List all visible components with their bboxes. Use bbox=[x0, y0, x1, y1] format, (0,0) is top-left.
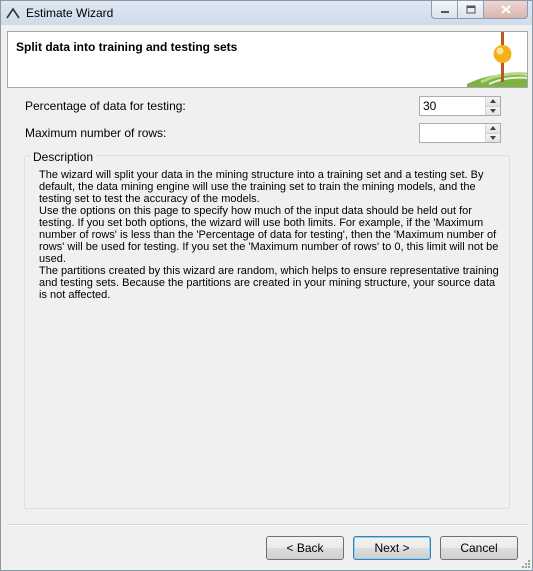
footer-divider bbox=[7, 524, 528, 526]
arrow-up-icon bbox=[490, 126, 496, 131]
resize-grip-icon[interactable] bbox=[520, 558, 530, 568]
max-rows-down-button[interactable] bbox=[486, 133, 500, 142]
max-rows-spin-buttons bbox=[485, 124, 500, 142]
testing-percentage-spin-buttons bbox=[485, 97, 500, 115]
wizard-app-icon bbox=[6, 7, 20, 19]
page-title: Split data into training and testing set… bbox=[16, 40, 238, 54]
max-rows-label: Maximum number of rows: bbox=[25, 126, 167, 140]
maximize-button[interactable] bbox=[457, 1, 484, 19]
wizard-header: Split data into training and testing set… bbox=[7, 31, 528, 88]
minimize-icon bbox=[440, 10, 449, 13]
description-paragraph: The wizard will split your data in the m… bbox=[39, 169, 484, 205]
next-button[interactable]: Next > bbox=[353, 536, 431, 560]
data-mining-logo-icon bbox=[467, 32, 527, 87]
arrow-down-icon bbox=[490, 135, 496, 140]
description-text: The wizard will split your data in the m… bbox=[39, 169, 501, 301]
description-paragraph: Use the options on this page to specify … bbox=[39, 205, 499, 265]
maximize-icon bbox=[466, 5, 475, 14]
title-bar[interactable]: Estimate Wizard bbox=[1, 1, 532, 25]
minimize-button[interactable] bbox=[431, 1, 458, 19]
max-rows-up-button[interactable] bbox=[486, 124, 500, 134]
estimate-wizard-window: Estimate Wizard Split data into training… bbox=[0, 0, 533, 571]
close-icon bbox=[500, 5, 511, 14]
description-paragraph: The partitions created by this wizard ar… bbox=[39, 265, 499, 301]
window-title: Estimate Wizard bbox=[26, 6, 114, 20]
testing-percentage-stepper[interactable]: 30 bbox=[419, 96, 501, 116]
close-button[interactable] bbox=[483, 1, 528, 19]
cancel-button[interactable]: Cancel bbox=[440, 536, 518, 560]
back-button[interactable]: < Back bbox=[266, 536, 344, 560]
description-group-title: Description bbox=[30, 150, 97, 164]
testing-percentage-down-button[interactable] bbox=[486, 106, 500, 115]
arrow-up-icon bbox=[490, 99, 496, 104]
testing-percentage-label: Percentage of data for testing: bbox=[25, 99, 186, 113]
arrow-down-icon bbox=[490, 108, 496, 113]
testing-percentage-up-button[interactable] bbox=[486, 97, 500, 107]
max-rows-stepper[interactable] bbox=[419, 123, 501, 143]
testing-percentage-value[interactable]: 30 bbox=[423, 99, 436, 113]
